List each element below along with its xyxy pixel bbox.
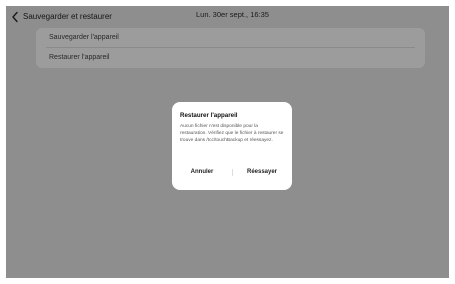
menu-item-backup[interactable]: Sauvegarder l'appareil xyxy=(36,28,425,47)
retry-button[interactable]: Réessayer xyxy=(236,165,288,179)
dialog-actions: Annuler Réessayer xyxy=(172,165,292,179)
menu-item-restore[interactable]: Restaurer l'appareil xyxy=(36,48,425,67)
cancel-button[interactable]: Annuler xyxy=(176,165,228,179)
chevron-left-icon xyxy=(11,10,19,23)
settings-card: Sauvegarder l'appareil Restaurer l'appar… xyxy=(36,28,425,68)
screen: Sauvegarder et restaurer Lun. 30er sept.… xyxy=(6,6,449,278)
button-separator xyxy=(232,169,233,176)
status-datetime: Lun. 30er sept., 16:35 xyxy=(196,10,269,19)
top-bar: Sauvegarder et restaurer Lun. 30er sept.… xyxy=(6,6,449,26)
menu-item-backup-label: Sauvegarder l'appareil xyxy=(49,34,119,41)
dialog-title: Restaurer l'appareil xyxy=(180,112,238,119)
back-button[interactable]: Sauvegarder et restaurer xyxy=(11,9,121,23)
page-title: Sauvegarder et restaurer xyxy=(23,11,112,21)
menu-item-restore-label: Restaurer l'appareil xyxy=(49,54,110,61)
dialog-message: Aucun fichier n'est disponible pour la r… xyxy=(180,124,284,143)
restore-dialog: Restaurer l'appareil Aucun fichier n'est… xyxy=(172,102,292,190)
